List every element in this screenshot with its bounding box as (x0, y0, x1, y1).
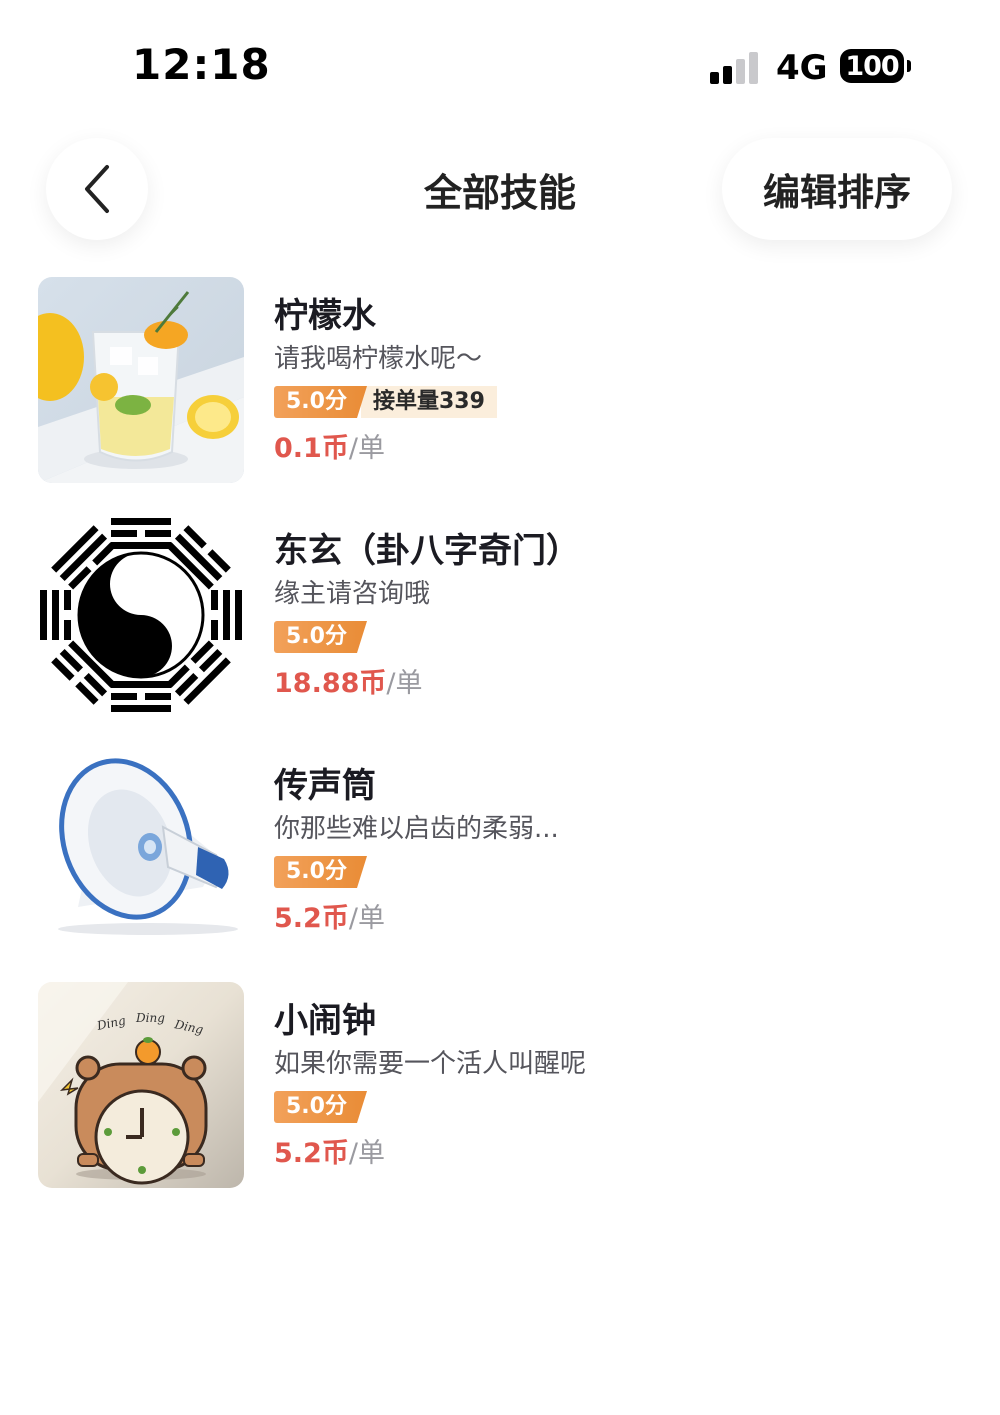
ding-text: Ding (135, 1011, 165, 1025)
skill-description: 你那些难以启齿的柔弱... (274, 814, 559, 844)
skill-item-alarm-clock[interactable]: Ding Ding Ding 小闹钟 如果你需要一个活人叫醒呢 5.0分 5.2… (38, 982, 958, 1188)
network-type: 4G (776, 48, 828, 88)
price-unit: /单 (386, 668, 423, 699)
price-unit: /单 (348, 1138, 385, 1169)
skill-description: 缘主请咨询哦 (274, 579, 431, 609)
skill-info: 传声筒 你那些难以启齿的柔弱... 5.0分 5.2币/单 (274, 761, 954, 939)
score-badge: 5.0分 (274, 621, 367, 653)
skill-info: 小闹钟 如果你需要一个活人叫醒呢 5.0分 5.2币/单 (274, 996, 954, 1174)
price-amount: 5.2币 (274, 1138, 349, 1169)
skill-info: 东玄（卦八字奇门） 缘主请咨询哦 5.0分 18.88币/单 (274, 526, 954, 704)
skill-description: 如果你需要一个活人叫醒呢 (274, 1049, 587, 1079)
skill-item-lemonade[interactable]: 柠檬水 请我喝柠檬水呢～ 5.0分 接单量339 0.1币/单 (38, 277, 958, 483)
price-unit: /单 (348, 903, 385, 934)
capybara-clock-image: Ding Ding Ding (38, 982, 244, 1188)
skill-badges: 5.0分 (274, 1090, 954, 1124)
price-line: 5.2币/单 (274, 899, 954, 939)
megaphone-image (38, 747, 244, 953)
skill-item-dongxuan[interactable]: 东玄（卦八字奇门） 缘主请咨询哦 5.0分 18.88币/单 (38, 512, 958, 718)
skill-name: 柠檬水 (274, 296, 376, 336)
yin-yang-bagua-image (38, 512, 244, 718)
score-badge: 5.0分 (274, 856, 367, 888)
skill-badges: 5.0分 (274, 620, 954, 654)
skill-info: 柠檬水 请我喝柠檬水呢～ 5.0分 接单量339 0.1币/单 (274, 291, 954, 469)
price-line: 5.2币/单 (274, 1134, 954, 1174)
status-bar: 12:18 4G 100 (0, 0, 1000, 110)
price-amount: 0.1币 (274, 433, 349, 464)
skill-item-megaphone[interactable]: 传声筒 你那些难以启齿的柔弱... 5.0分 5.2币/单 (38, 747, 958, 953)
score-badge: 5.0分 (274, 386, 367, 418)
price-unit: /单 (348, 433, 385, 464)
price-amount: 5.2币 (274, 903, 349, 934)
skill-name: 传声筒 (274, 766, 376, 806)
battery-tip (907, 60, 911, 72)
price-line: 18.88币/单 (274, 664, 954, 704)
skill-name: 小闹钟 (274, 1001, 376, 1041)
skill-badges: 5.0分 (274, 855, 954, 889)
skill-name: 东玄（卦八字奇门） (274, 531, 580, 571)
battery-icon: 100 (840, 49, 904, 83)
battery-level: 100 (845, 50, 899, 82)
signal-icon (710, 50, 762, 84)
status-time: 12:18 (132, 40, 271, 89)
lemonade-glass-image (38, 277, 244, 483)
score-badge: 5.0分 (274, 1091, 367, 1123)
orders-badge: 接单量339 (360, 386, 497, 418)
price-line: 0.1币/单 (274, 429, 954, 469)
skill-badges: 5.0分 接单量339 (274, 385, 954, 419)
price-amount: 18.88币 (274, 668, 387, 699)
edit-sort-button[interactable]: 编辑排序 (722, 138, 952, 240)
skill-description: 请我喝柠檬水呢～ (274, 344, 483, 374)
